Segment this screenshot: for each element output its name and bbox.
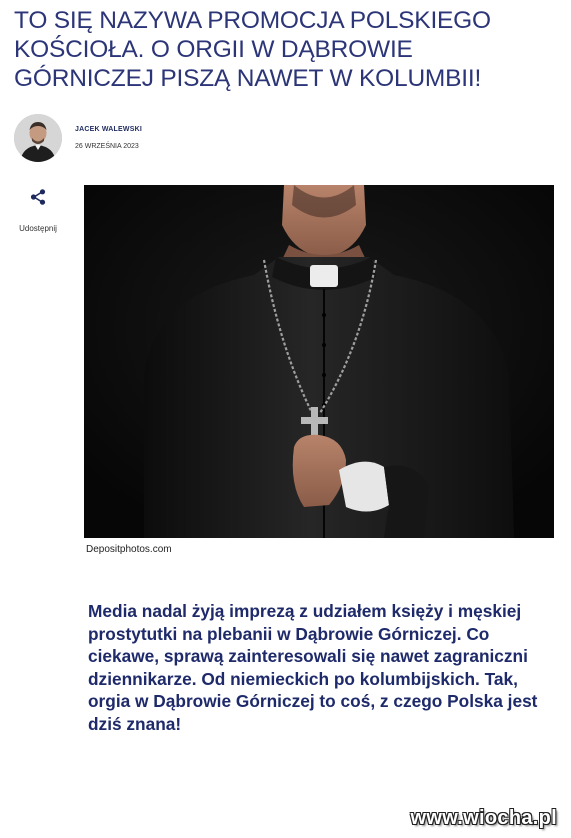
article-photo — [84, 185, 554, 538]
author-name[interactable]: JACEK WALEWSKI — [75, 126, 142, 133]
site-watermark: www.wiocha.pl — [410, 807, 557, 829]
share-button[interactable]: Udostępnij — [14, 188, 62, 238]
publish-date: 26 WRZEŚNIA 2023 — [75, 143, 139, 150]
share-label: Udostępnij — [19, 224, 57, 233]
priest-photo-image — [84, 185, 554, 538]
article-headline: TO SIĘ NAZYWA PROMOCJA POLSKIEGO KOŚCIOŁ… — [14, 7, 491, 92]
avatar-portrait-icon — [14, 114, 62, 162]
share-icon — [30, 189, 46, 205]
article-lead: Media nadal żyją imprezą z udziałem księ… — [88, 601, 538, 734]
author-block: JACEK WALEWSKI 26 WRZEŚNIA 2023 — [14, 114, 314, 164]
author-avatar[interactable] — [14, 114, 62, 162]
photo-credit: Depositphotos.com — [86, 544, 172, 555]
